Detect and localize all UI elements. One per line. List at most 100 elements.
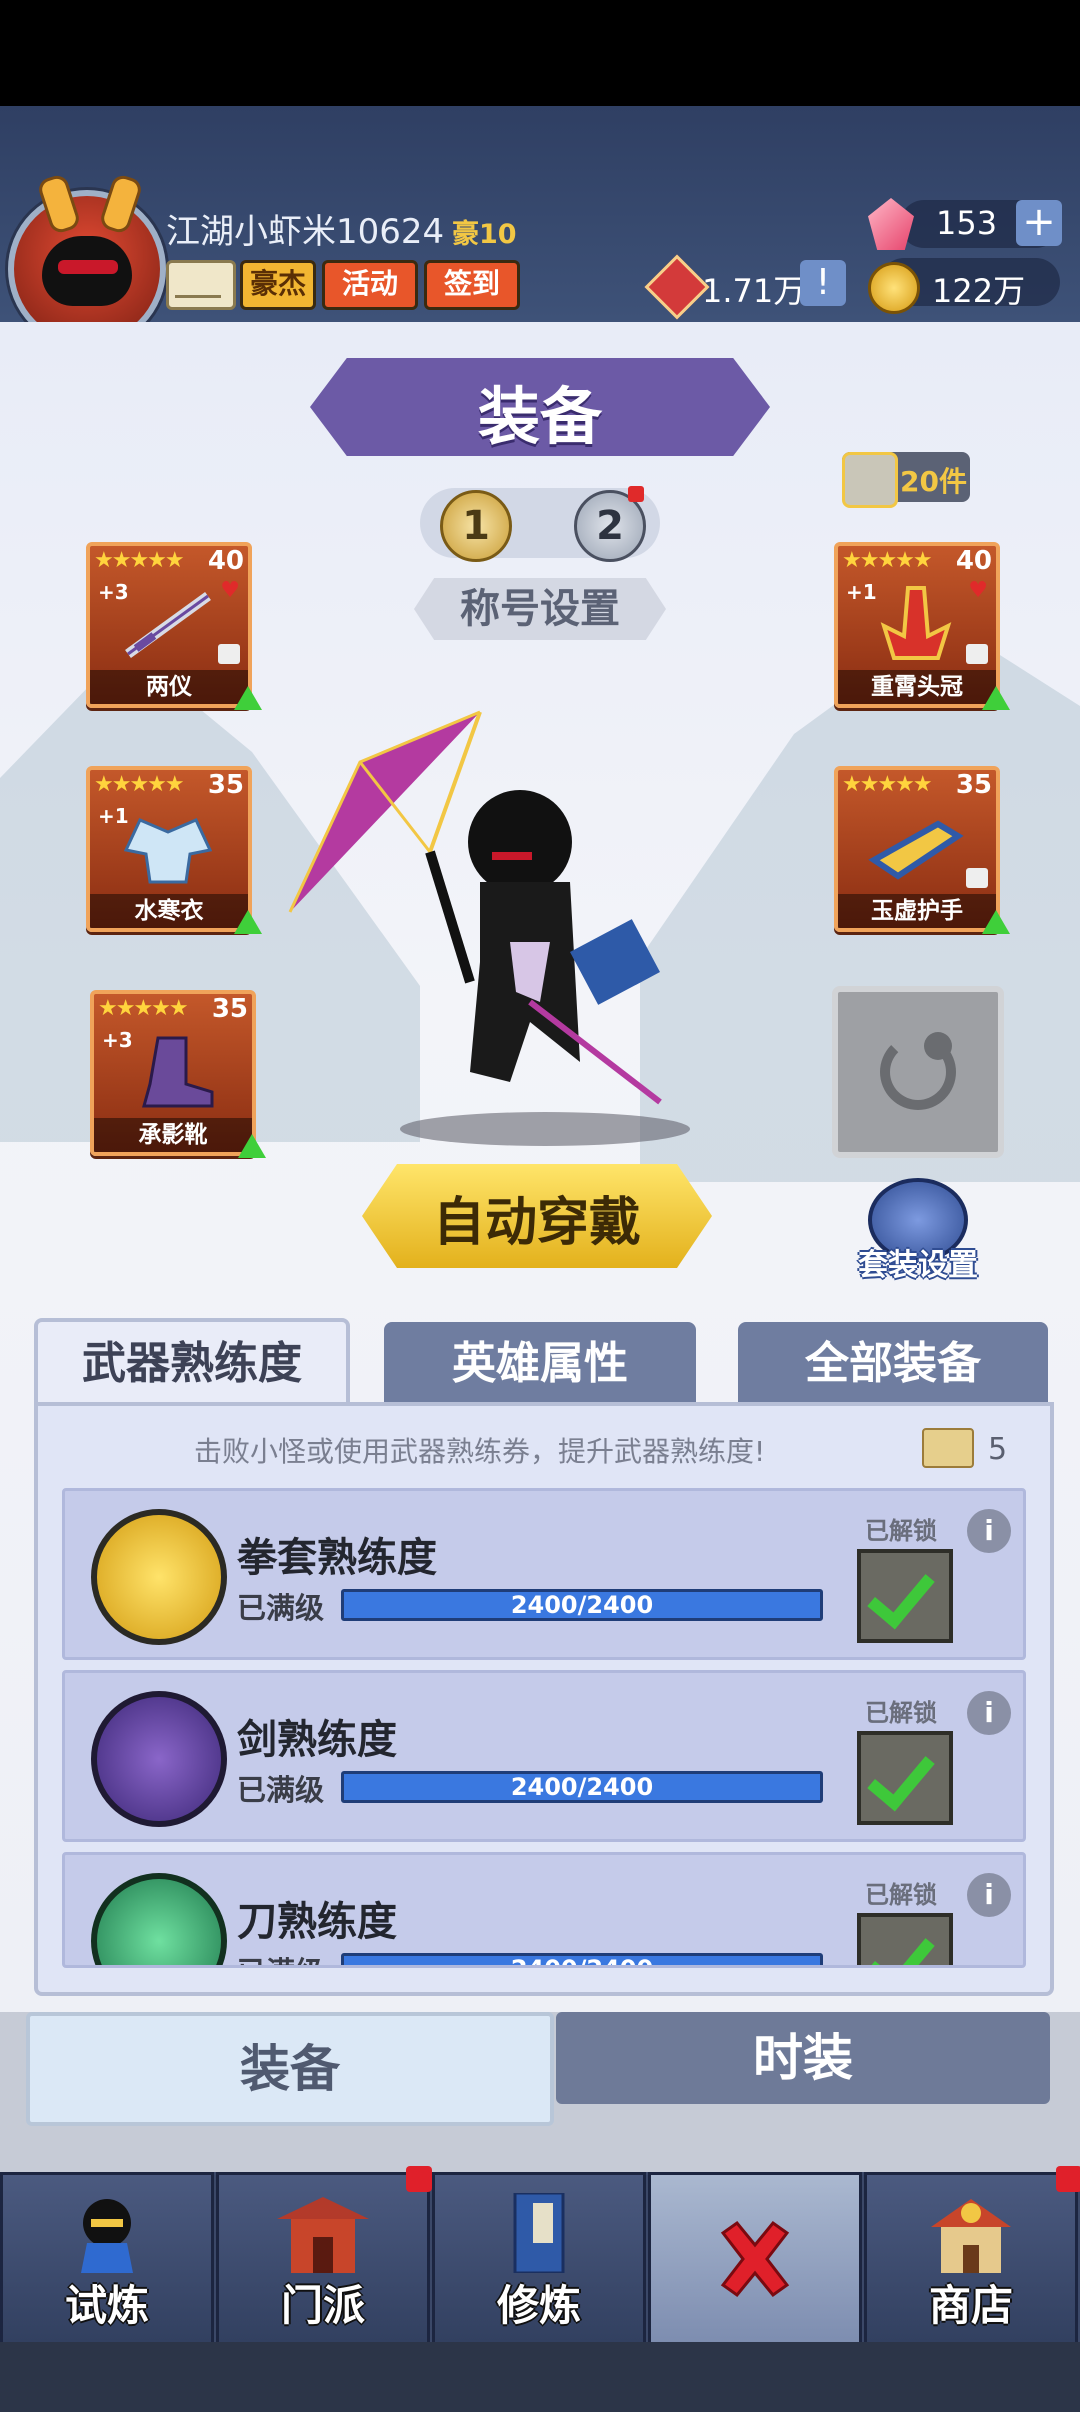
notification-dot [628, 486, 644, 502]
status-bar [0, 0, 1080, 106]
gem-count: 153 [936, 204, 998, 242]
item-name: 承影靴 [94, 1118, 252, 1152]
avatar-eye-band [58, 260, 118, 274]
tab-hero-attributes[interactable]: 英雄属性 [384, 1322, 696, 1406]
star-rating: ★★★★★ [842, 548, 933, 573]
star-rating: ★★★★★ [842, 772, 933, 797]
heart-icon: ♥ [220, 578, 240, 603]
subtab-equipment[interactable]: 装备 [26, 2012, 554, 2126]
mastery-row-blade: 刀熟练度 已满级 2400/2400 已解锁 i [62, 1852, 1026, 1968]
nav-label: 商店 [928, 2281, 1013, 2330]
info-button[interactable]: i [967, 1509, 1011, 1553]
mastery-progress-text: 2400/2400 [510, 1773, 654, 1801]
shop-icon [931, 2199, 1011, 2273]
boot-icon [142, 1036, 214, 1108]
lock-icon [966, 868, 988, 888]
nav-label: 门派 [280, 2281, 365, 2330]
hero-button[interactable]: 豪杰 [240, 260, 316, 310]
mastery-progress-bar: 2400/2400 [341, 1771, 823, 1803]
nav-label: 试炼 [64, 2281, 149, 2330]
page-1-button[interactable]: 1 [440, 490, 512, 562]
equipment-screen: 装备 1 2 称号设置 20件 ★★★★★ 40 +3 ♥ 两仪 ★★★★★ 3… [0, 322, 1080, 2012]
nav-training[interactable]: 修炼 [432, 2172, 646, 2346]
item-level: 40 [955, 546, 992, 576]
equip-slot-boots[interactable]: ★★★★★ 35 +3 承影靴 [90, 990, 266, 1158]
tab-weapon-mastery[interactable]: 武器熟练度 [34, 1318, 350, 1410]
temple-icon [277, 2197, 369, 2273]
item-count: 20件 [900, 465, 967, 498]
add-gems-button[interactable]: + [1016, 200, 1062, 246]
item-level: 35 [211, 994, 248, 1024]
mastery-row-sword: 剑熟练度 已满级 2400/2400 已解锁 i [62, 1670, 1026, 1842]
notification-dot [406, 2166, 432, 2192]
set-settings-label[interactable]: 套装设置 [848, 1240, 988, 1284]
unlocked-check-icon [857, 1731, 953, 1825]
unlock-label: 已解锁 [865, 1517, 937, 1545]
mastery-row-fist: 拳套熟练度 已满级 2400/2400 已解锁 i [62, 1488, 1026, 1660]
close-button[interactable] [648, 2172, 862, 2346]
mail-icon[interactable] [166, 260, 236, 310]
star-rating: ★★★★★ [98, 996, 189, 1021]
notification-dot [1056, 2166, 1080, 2192]
system-nav-area [0, 2342, 1080, 2412]
honor-count: 1.71万 [702, 272, 806, 310]
mastery-progress-text: 2400/2400 [344, 1956, 820, 1965]
nav-sect[interactable]: 门派 [216, 2172, 430, 2346]
equip-slot-gloves[interactable]: ★★★★★ 35 玉虚护手 [834, 766, 1010, 934]
empty-slot-dot [924, 1032, 952, 1060]
info-button[interactable]: i [967, 1873, 1011, 1917]
item-name: 重霄头冠 [838, 670, 996, 704]
lock-icon [966, 644, 988, 664]
mastery-title: 拳套熟练度 [237, 1535, 437, 1581]
upgrade-arrow-icon [982, 686, 1010, 710]
blade-mastery-icon [91, 1873, 227, 1965]
star-rating: ★★★★★ [94, 772, 185, 797]
gauntlet-icon [868, 820, 964, 880]
equip-slot-armor[interactable]: ★★★★★ 35 +1 水寒衣 [86, 766, 262, 934]
equip-slot-empty[interactable] [832, 986, 1004, 1158]
mastery-hint: 击败小怪或使用武器熟练券，提升武器熟练度! [194, 1435, 766, 1468]
sword-icon [125, 591, 211, 659]
mastery-title: 剑熟练度 [237, 1717, 397, 1763]
title-setting-button[interactable]: 称号设置 [414, 578, 666, 640]
honor-info-button[interactable]: ! [800, 260, 846, 306]
star-rating: ★★★★★ [94, 548, 185, 573]
mastery-scroll-count: 5 [988, 1432, 1008, 1467]
heart-icon: ♥ [968, 578, 988, 603]
unlocked-check-icon [857, 1549, 953, 1643]
item-level: 35 [207, 770, 244, 800]
tab-all-equipment[interactable]: 全部装备 [738, 1322, 1048, 1406]
signin-button[interactable]: 签到 [424, 260, 520, 310]
event-button[interactable]: 活动 [322, 260, 418, 310]
nav-shop[interactable]: 商店 [864, 2172, 1078, 2346]
hero-character [288, 710, 662, 1105]
mastery-status: 已满级 [237, 1591, 325, 1625]
lock-icon [218, 644, 240, 664]
crown-icon [880, 586, 952, 660]
nav-trial[interactable]: 试炼 [0, 2172, 214, 2346]
robe-icon [123, 818, 213, 884]
item-name: 玉虚护手 [838, 894, 996, 928]
item-name: 水寒衣 [90, 894, 248, 928]
fist-icon [91, 1509, 227, 1645]
info-button[interactable]: i [967, 1691, 1011, 1735]
auto-equip-label: 自动穿戴 [432, 1193, 641, 1253]
mastery-progress-bar: 2400/2400 [341, 1953, 823, 1965]
unlock-label: 已解锁 [865, 1699, 937, 1727]
equip-slot-weapon[interactable]: ★★★★★ 40 +3 ♥ 两仪 [86, 542, 262, 710]
upgrade-arrow-icon [238, 1134, 266, 1158]
coin-count: 122万 [932, 272, 1026, 310]
mastery-title: 刀熟练度 [237, 1899, 397, 1945]
mastery-scroll-icon [922, 1428, 974, 1468]
unlock-label: 已解锁 [865, 1881, 937, 1909]
upgrade-arrow-icon [234, 910, 262, 934]
mastery-status: 已满级 [237, 1773, 325, 1807]
unlocked-check-icon [857, 1913, 953, 1965]
subtab-fashion[interactable]: 时装 [556, 2012, 1050, 2104]
equip-slot-helmet[interactable]: ★★★★★ 40 +1 ♥ 重霄头冠 [834, 542, 1010, 710]
coin-icon [868, 262, 920, 314]
manual-book-icon [513, 2193, 565, 2273]
upgrade-arrow-icon [234, 686, 262, 710]
item-level: 40 [207, 546, 244, 576]
vip-badge: 豪10 [452, 219, 517, 250]
